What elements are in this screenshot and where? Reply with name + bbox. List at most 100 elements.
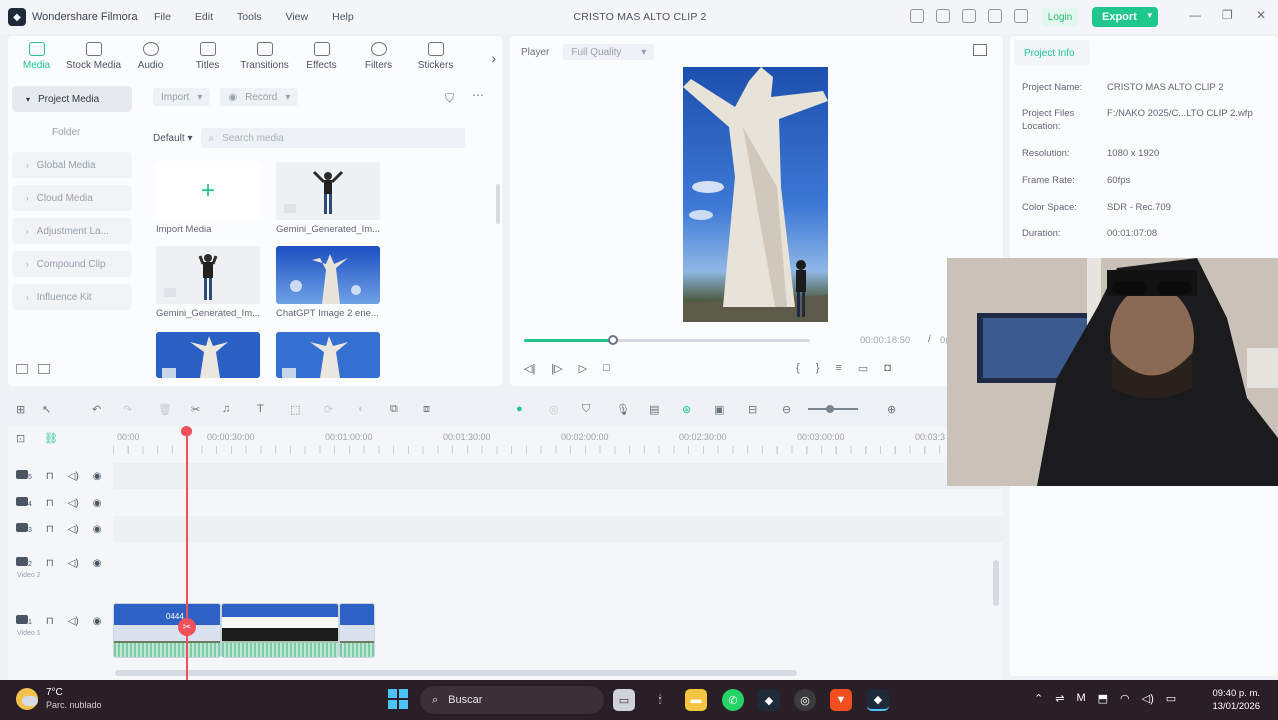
fit-icon[interactable]: ⊟	[748, 403, 757, 416]
stop-icon[interactable]: □	[603, 362, 610, 375]
tab-titles[interactable]: Titles	[179, 36, 236, 82]
battery-icon[interactable]: ▭	[1166, 692, 1176, 705]
import-media-tile[interactable]: + Import Media	[156, 162, 260, 235]
apps-grid-icon[interactable]	[1014, 9, 1028, 23]
undo-icon[interactable]: ↶	[92, 403, 101, 416]
tab-media[interactable]: Media	[8, 36, 65, 82]
save-icon[interactable]	[936, 9, 950, 23]
brave-browser-icon[interactable]: ▼	[830, 689, 852, 711]
tray-app-icon[interactable]: ⇌	[1055, 692, 1064, 705]
speaker-icon[interactable]: ◁)	[68, 498, 79, 509]
import-dropdown[interactable]: Import ▾	[153, 88, 211, 106]
menu-edit[interactable]: Edit	[195, 11, 213, 23]
time-ruler[interactable]: 00:00 00:00:30:00 00:01:00:00 00:01:30:0…	[113, 426, 1003, 462]
sidebar-item-cloud-media[interactable]: › Cloud Media	[12, 185, 132, 211]
delete-icon[interactable]: 🗑	[158, 403, 172, 416]
tab-transitions[interactable]: Transitions	[236, 36, 293, 82]
close-icon[interactable]: ✕	[1256, 8, 1266, 22]
new-folder-icon[interactable]	[16, 364, 28, 374]
folder-icon[interactable]	[38, 364, 50, 374]
track-lane[interactable]	[113, 516, 1003, 542]
menu-file[interactable]: File	[154, 11, 171, 23]
sidebar-item-folder[interactable]: Folder	[12, 119, 132, 145]
filmora-active-icon[interactable]: ◆	[867, 689, 889, 711]
weather-widget[interactable]: 7°C Parc. nublado	[16, 687, 102, 711]
eye-icon[interactable]: ◉	[93, 616, 102, 627]
chrome-icon[interactable]: ◎	[794, 689, 816, 711]
playback-progress[interactable]	[524, 335, 810, 345]
eye-icon[interactable]: ◉	[93, 524, 102, 535]
sort-dropdown[interactable]: Default ▾	[153, 133, 193, 144]
video-clip[interactable]: 0444	[113, 603, 221, 658]
folder-icon[interactable]: ⊓	[46, 498, 54, 509]
marker-icon[interactable]: ⛉	[582, 403, 590, 416]
quality-dropdown[interactable]: Full Quality ▾	[563, 44, 655, 60]
tab-stickers[interactable]: Stickers	[407, 36, 464, 82]
more-options-icon[interactable]: ⋯	[472, 88, 484, 102]
chevron-up-icon[interactable]: ⌃	[1034, 692, 1043, 705]
speaker-icon[interactable]: ◁)	[68, 558, 79, 569]
filmora-app-icon[interactable]: ◆	[758, 689, 780, 711]
record-voice-icon[interactable]: ◎	[549, 403, 559, 416]
audio-edit-icon[interactable]: ♫	[222, 403, 230, 415]
sidebar-item-project-media[interactable]: ▾ Project Media	[12, 86, 132, 112]
color-icon[interactable]: ◐	[358, 403, 365, 415]
folder-icon[interactable]: ⊓	[46, 471, 54, 482]
more-tools-icon[interactable]: ⧈	[423, 403, 430, 416]
task-view-icon[interactable]: ▭	[613, 689, 635, 711]
restore-icon[interactable]: ❐	[1222, 8, 1233, 22]
cloud-icon[interactable]	[962, 9, 976, 23]
file-explorer-icon[interactable]: ▬	[685, 689, 707, 711]
layout-icon[interactable]: ⊞	[16, 403, 25, 416]
display-settings-icon[interactable]: ▭	[858, 362, 868, 375]
tab-filters[interactable]: Filters	[350, 36, 407, 82]
media-scrollbar[interactable]	[496, 184, 500, 224]
progress-handle[interactable]	[607, 335, 618, 345]
login-button[interactable]: Login	[1042, 8, 1078, 26]
playhead[interactable]	[186, 427, 188, 680]
wifi-icon[interactable]: ◠	[1120, 692, 1130, 705]
taskbar-search-input[interactable]: ⌕ Buscar	[420, 686, 604, 714]
tray-app-icon[interactable]: ⬒	[1098, 692, 1108, 705]
record-dropdown[interactable]: ◉ Record ▾	[220, 88, 299, 106]
playhead-handle[interactable]	[181, 426, 192, 436]
video-clip[interactable]	[221, 603, 339, 658]
eye-icon[interactable]: ◉	[93, 471, 102, 482]
menu-view[interactable]: View	[286, 11, 309, 23]
video-preview[interactable]	[683, 67, 828, 322]
step-forward-icon[interactable]: |▷	[551, 362, 562, 375]
link-icon[interactable]: ⛓	[44, 432, 58, 445]
system-clock[interactable]: 09:40 p. m. 13/01/2026	[1206, 687, 1260, 713]
windows-start-icon[interactable]	[388, 689, 408, 709]
folder-icon[interactable]: ⊓	[46, 524, 54, 535]
select-tool-icon[interactable]: ↖	[42, 403, 51, 416]
tab-project-info[interactable]: Project Info	[1014, 40, 1090, 66]
mark-in-icon[interactable]: {	[796, 362, 800, 375]
tab-audio[interactable]: Audio	[122, 36, 179, 82]
snap-icon[interactable]: ⊛	[682, 403, 691, 416]
microphone-icon[interactable]: 🎙	[616, 403, 630, 416]
eye-icon[interactable]: ◉	[93, 498, 102, 509]
play-icon[interactable]: ▷	[579, 362, 587, 375]
headset-icon[interactable]	[988, 9, 1002, 23]
eye-icon[interactable]: ◉	[93, 558, 102, 569]
zoom-in-icon[interactable]: ⊕	[887, 403, 896, 416]
sidebar-item-influence-kit[interactable]: › Influence Kit	[12, 284, 132, 310]
step-back-icon[interactable]: ◁|	[524, 362, 535, 375]
export-button[interactable]: Export ▾	[1092, 7, 1158, 27]
tray-app-icon[interactable]: M	[1076, 692, 1085, 705]
scissors-icon[interactable]: ✂	[178, 618, 196, 636]
media-item[interactable]: Gemini_Generated_Im...	[156, 246, 260, 319]
crop-icon[interactable]: ⬚	[290, 403, 300, 416]
render-icon[interactable]: ●	[516, 403, 523, 415]
redo-icon[interactable]: ↷	[123, 403, 132, 416]
add-track-icon[interactable]: ⊡	[16, 432, 25, 445]
menu-help[interactable]: Help	[332, 11, 354, 23]
timeline-horizontal-scrollbar[interactable]	[115, 670, 797, 676]
minimize-icon[interactable]: —	[1189, 8, 1201, 22]
speaker-icon[interactable]: ◁)	[68, 471, 79, 482]
mark-out-icon[interactable]: }	[816, 362, 820, 375]
pip-icon[interactable]: ▣	[714, 403, 724, 416]
camera-icon[interactable]: ◘	[884, 362, 891, 375]
menu-tools[interactable]: Tools	[237, 11, 262, 23]
